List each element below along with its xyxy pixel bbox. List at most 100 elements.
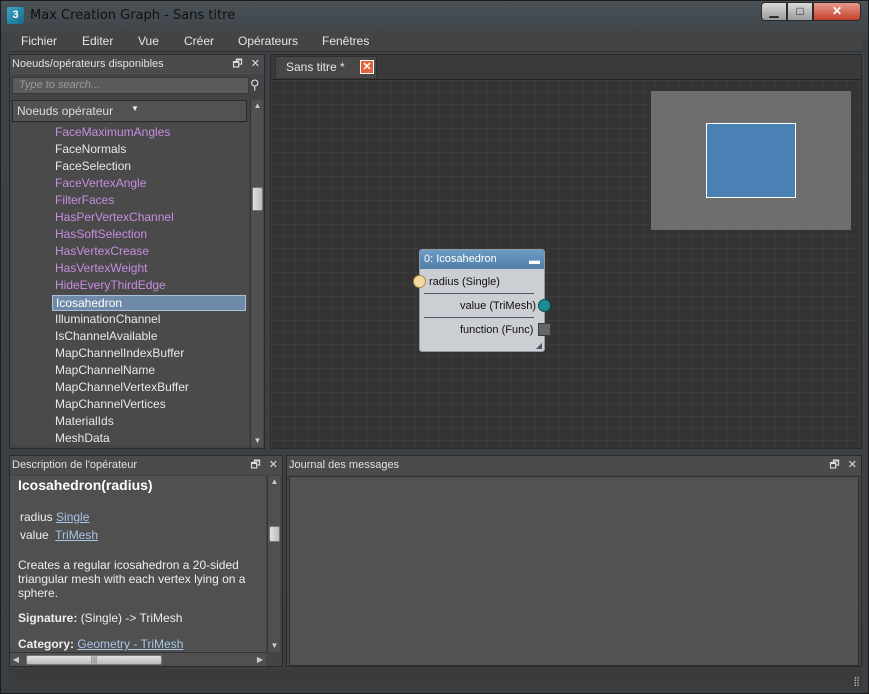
output-label-function: function (Func)	[460, 324, 534, 336]
list-item[interactable]: MapChannelIndexBuffer	[52, 346, 187, 362]
param-row-radius: radius Single	[20, 510, 89, 524]
list-item[interactable]: HasSoftSelection	[52, 227, 150, 243]
param-row-value: value TriMesh	[20, 528, 98, 542]
list-item-selected[interactable]: Icosahedron	[52, 295, 246, 311]
menu-operateurs[interactable]: Opérateurs	[238, 34, 298, 48]
menu-bar: Fichier Editer Vue Créer Opérateurs Fenê…	[9, 31, 862, 52]
operator-signature-title: Icosahedron(radius)	[18, 477, 153, 493]
description-body: Icosahedron(radius) radius Single value …	[10, 476, 266, 652]
scrollbar-thumb[interactable]: |||	[26, 655, 162, 665]
tab-sans-titre[interactable]: Sans titre * ✕	[275, 56, 377, 78]
type-link-trimesh[interactable]: TriMesh	[55, 528, 98, 542]
close-window-button[interactable]: ✕	[813, 2, 861, 21]
list-item[interactable]: MeshData	[52, 431, 113, 445]
description-text-line: Creates a regular icosahedron a 20-sided	[18, 558, 239, 572]
description-text-line: triangular mesh with each vertex lying o…	[18, 572, 246, 586]
graph-editor-panel: Sans titre * ✕ 0: Icosahedron ▬ radius (…	[270, 54, 862, 449]
list-item[interactable]: MaterialIds	[52, 414, 117, 430]
description-panel-header: Description de l'opérateur 🗗 ✕	[10, 456, 282, 475]
app-window: 3 Max Creation Graph - Sans titre ▁ □ ✕ …	[0, 0, 869, 694]
scroll-left-icon[interactable]: ◀	[10, 653, 22, 667]
scroll-down-icon[interactable]: ▼	[268, 640, 281, 652]
description-hscrollbar[interactable]: ◀ ||| ▶	[10, 652, 266, 666]
output-label-value: value (TriMesh)	[460, 300, 536, 312]
input-label-radius: radius (Single)	[429, 276, 500, 288]
input-port-radius[interactable]	[413, 275, 426, 288]
param-name: value	[20, 528, 49, 542]
collapse-node-icon[interactable]: ▬	[529, 252, 540, 270]
icosahedron-node[interactable]: 0: Icosahedron ▬ radius (Single) value (…	[413, 249, 551, 352]
window-resize-grip-icon[interactable]: ⣿	[853, 676, 860, 687]
float-panel-icon[interactable]: 🗗	[829, 459, 839, 471]
description-vscrollbar[interactable]: ▲ ▼	[267, 476, 280, 652]
message-log-panel: Journal des messages 🗗 ✕	[286, 455, 862, 667]
node-divider	[424, 317, 534, 318]
message-log-area[interactable]	[289, 476, 859, 666]
menu-fichier[interactable]: Fichier	[21, 34, 57, 48]
status-bar: ⣿	[9, 669, 862, 687]
window-title: Max Creation Graph - Sans titre	[30, 8, 236, 23]
minimap-viewport[interactable]	[706, 123, 796, 198]
list-item[interactable]: MapChannelVertices	[52, 397, 169, 413]
description-panel: Description de l'opérateur 🗗 ✕ Icosahedr…	[9, 455, 283, 667]
list-item[interactable]: FaceVertexAngle	[52, 176, 149, 192]
scroll-up-icon[interactable]: ▲	[268, 476, 281, 488]
list-item[interactable]: HasPerVertexChannel	[52, 210, 177, 226]
signature-value: (Single) -> TriMesh	[80, 611, 183, 625]
search-icon[interactable]: ⚲	[250, 77, 264, 94]
nodes-panel-title: Noeuds/opérateurs disponibles	[12, 58, 164, 70]
category-row: Category: Geometry - TriMesh	[18, 637, 183, 651]
minimize-button[interactable]: ▁	[761, 2, 787, 21]
list-item[interactable]: FaceSelection	[52, 159, 134, 175]
minimap[interactable]	[651, 91, 851, 230]
title-bar[interactable]: 3 Max Creation Graph - Sans titre ▁ □ ✕	[1, 1, 868, 31]
output-port-function[interactable]	[538, 323, 551, 336]
menu-vue[interactable]: Vue	[138, 34, 159, 48]
graph-canvas[interactable]: 0: Icosahedron ▬ radius (Single) value (…	[271, 79, 861, 448]
list-item[interactable]: HasVertexWeight	[52, 261, 151, 277]
menu-fenetres[interactable]: Fenêtres	[322, 34, 369, 48]
list-item[interactable]: HasVertexCrease	[52, 244, 152, 260]
category-link[interactable]: Geometry - TriMesh	[77, 637, 183, 651]
type-link-single[interactable]: Single	[56, 510, 89, 524]
resize-grip-icon[interactable]: ◢	[536, 341, 542, 350]
output-port-value[interactable]	[538, 299, 551, 312]
nodes-panel-header: Noeuds/opérateurs disponibles 🗗 ✕	[10, 55, 264, 74]
maximize-button[interactable]: □	[787, 2, 813, 21]
node-divider	[424, 293, 534, 294]
scrollbar-thumb[interactable]	[252, 187, 263, 211]
menu-editer[interactable]: Editer	[82, 34, 113, 48]
list-item[interactable]: MapChannelVertexBuffer	[52, 380, 192, 396]
close-panel-icon[interactable]: ✕	[251, 58, 260, 70]
description-panel-title: Description de l'opérateur	[12, 459, 138, 471]
sort-arrow-icon: ▼	[131, 104, 139, 113]
list-item[interactable]: IlluminationChannel	[52, 312, 163, 328]
list-header-label: Noeuds opérateur	[17, 104, 114, 118]
list-item[interactable]: MapChannelName	[52, 363, 158, 379]
search-input[interactable]: Type to search...	[12, 77, 249, 94]
list-column-header[interactable]: Noeuds opérateur ▼	[12, 100, 247, 122]
scroll-down-icon[interactable]: ▼	[251, 435, 264, 447]
tab-label: Sans titre *	[286, 60, 345, 74]
signature-label: Signature:	[18, 611, 78, 625]
scroll-right-icon[interactable]: ▶	[254, 653, 266, 667]
scroll-up-icon[interactable]: ▲	[251, 100, 264, 112]
list-item[interactable]: HideEveryThirdEdge	[52, 278, 169, 294]
close-panel-icon[interactable]: ✕	[848, 459, 857, 471]
node-title-bar[interactable]: 0: Icosahedron ▬	[420, 250, 544, 269]
float-panel-icon[interactable]: 🗗	[232, 58, 242, 70]
scrollbar-thumb[interactable]	[269, 526, 280, 542]
float-panel-icon[interactable]: 🗗	[250, 459, 260, 471]
node-list-scrollbar[interactable]: ▲ ▼	[250, 100, 263, 447]
nodes-panel: Noeuds/opérateurs disponibles 🗗 ✕ Type t…	[9, 54, 265, 449]
list-item[interactable]: FilterFaces	[52, 193, 117, 209]
log-panel-header: Journal des messages 🗗 ✕	[287, 456, 861, 475]
list-item[interactable]: FaceNormals	[52, 142, 129, 158]
menu-creer[interactable]: Créer	[184, 34, 214, 48]
node-list: FaceMaximumAngles FaceNormals FaceSelect…	[12, 123, 249, 445]
list-item[interactable]: FaceMaximumAngles	[52, 125, 173, 141]
close-panel-icon[interactable]: ✕	[269, 459, 278, 471]
node-title: 0: Icosahedron	[424, 253, 497, 265]
list-item[interactable]: IsChannelAvailable	[52, 329, 161, 345]
close-tab-icon[interactable]: ✕	[360, 60, 374, 74]
